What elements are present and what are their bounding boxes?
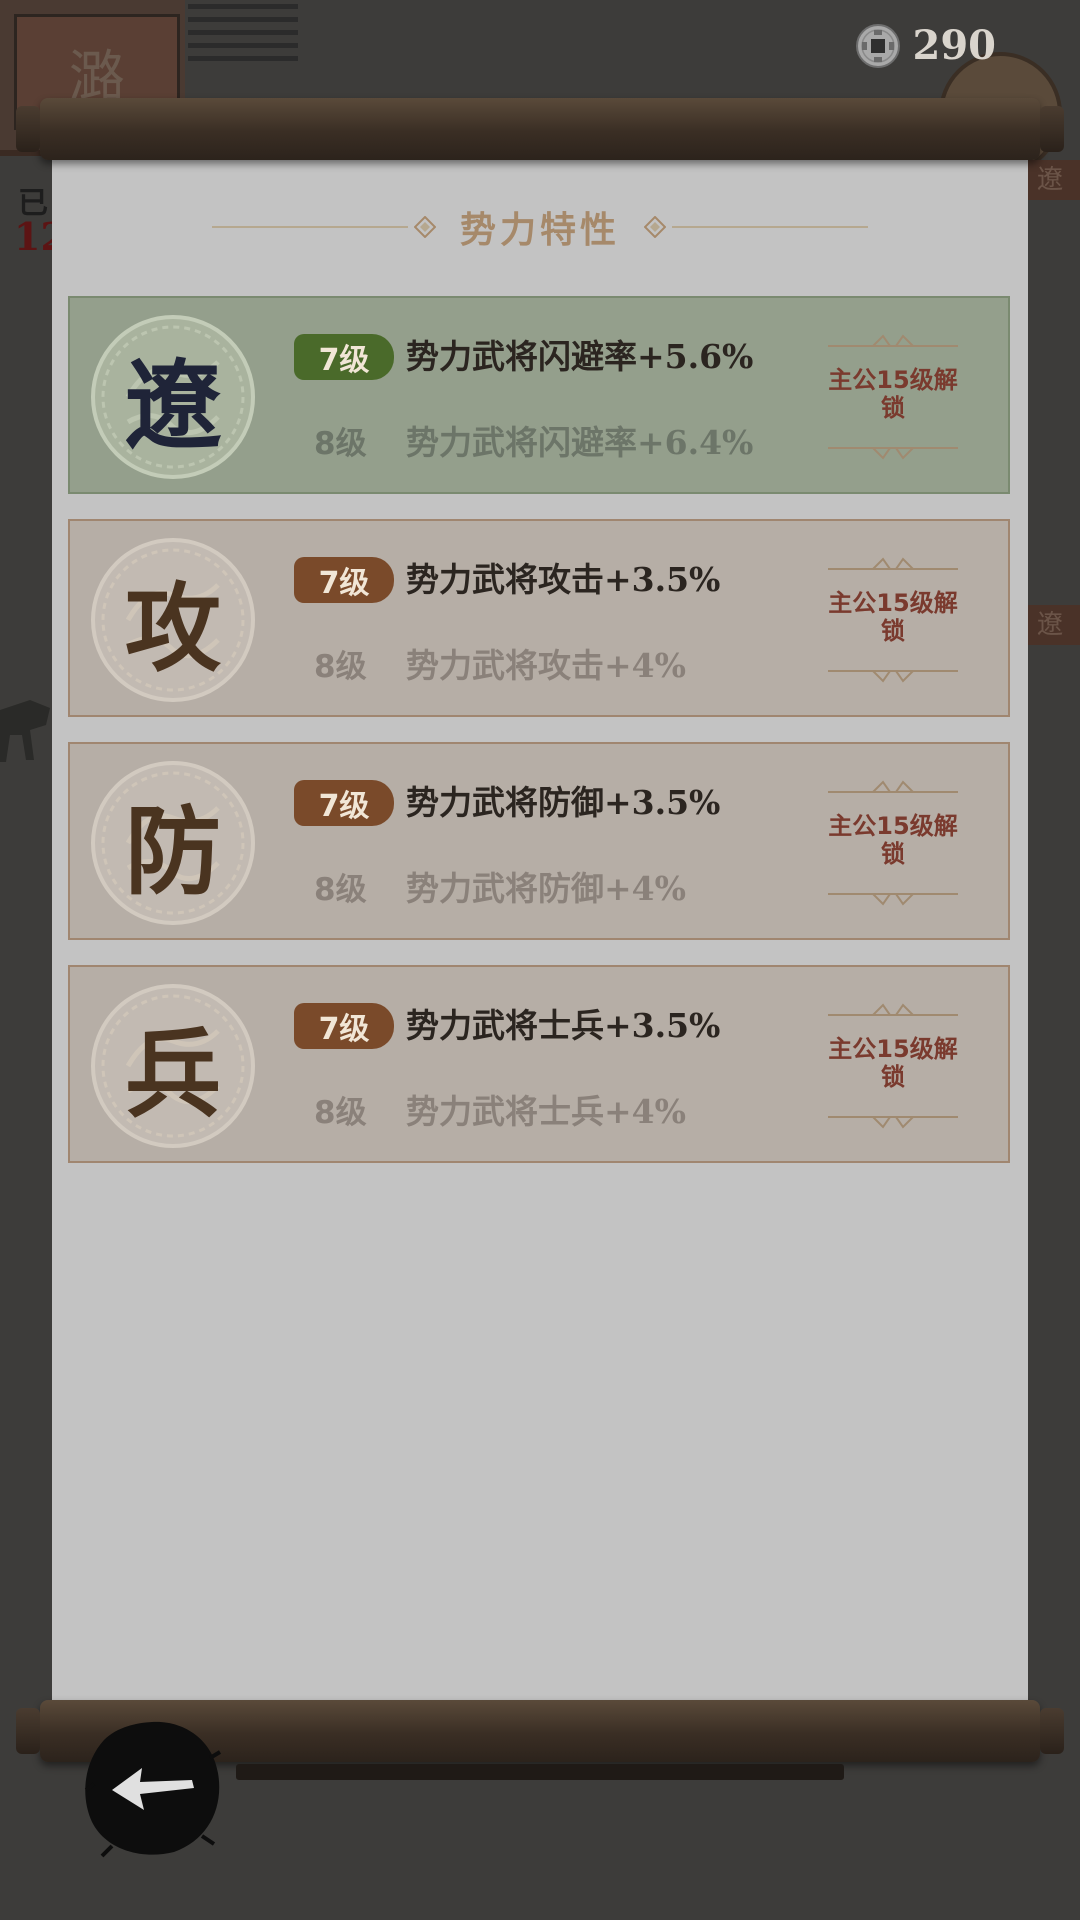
currency-display: 290 <box>855 22 997 69</box>
ornament-top-icon <box>828 780 958 793</box>
panel-title-row: 势力特性 <box>212 200 869 254</box>
background-horse-silhouette <box>0 700 50 762</box>
diamond-ornament-icon <box>414 216 436 238</box>
trait-card-soldiers[interactable]: 兵 7级 势力武将士兵+3.5% 8级 势力武将士兵+4% 主公15级解锁 <box>68 965 1010 1163</box>
current-effect: 势力武将士兵+3.5% <box>406 1006 721 1045</box>
current-effect: 势力武将闪避率+5.6% <box>406 337 754 376</box>
scroll-top-rod <box>16 98 1064 160</box>
ornament-bottom-icon <box>828 1116 958 1129</box>
title-divider-left <box>212 226 408 228</box>
panel-title: 势力特性 <box>460 209 621 251</box>
trait-glyph: 攻 <box>125 571 221 685</box>
trait-card-dodge[interactable]: 遼 7级 势力武将闪避率+5.6% 8级 势力武将闪避率+6.4% 主公15级解… <box>68 296 1010 494</box>
unlock-label: 主公15级解锁 <box>828 589 958 645</box>
title-divider-right <box>672 226 869 228</box>
next-effect: 势力武将闪避率+6.4% <box>406 423 754 462</box>
ornament-top-icon <box>828 557 958 570</box>
current-level-badge: 7级 <box>294 334 394 380</box>
current-level-badge: 7级 <box>294 780 394 826</box>
currency-amount: 290 <box>912 22 997 69</box>
trait-emblem: 遼 <box>88 312 258 482</box>
trait-glyph: 防 <box>125 794 221 908</box>
current-level-badge: 7级 <box>294 1003 394 1049</box>
ornament-bottom-icon <box>828 670 958 683</box>
background-right-tag-lower: 遼 <box>1020 605 1080 645</box>
ornament-bottom-icon <box>828 447 958 460</box>
unlock-label: 主公15级解锁 <box>828 366 958 422</box>
trait-card-defense[interactable]: 防 7级 势力武将防御+3.5% 8级 势力武将防御+4% 主公15级解锁 <box>68 742 1010 940</box>
unlock-label: 主公15级解锁 <box>828 1035 958 1091</box>
next-level-label: 8级 <box>314 872 367 908</box>
current-effect: 势力武将防御+3.5% <box>406 783 721 822</box>
next-effect: 势力武将士兵+4% <box>406 1092 686 1131</box>
next-level-label: 8级 <box>314 1095 367 1131</box>
copper-coin-icon <box>855 23 900 68</box>
trait-emblem: 攻 <box>88 535 258 705</box>
bottom-rod-slot <box>236 1764 844 1780</box>
unlock-requirement: 主公15级解锁 <box>818 553 968 687</box>
back-button[interactable] <box>82 1718 222 1858</box>
back-arrow-icon <box>84 1721 222 1858</box>
trait-glyph: 遼 <box>125 348 221 462</box>
diamond-ornament-icon <box>644 216 667 238</box>
next-level-label: 8级 <box>314 649 367 685</box>
ornament-bottom-icon <box>828 893 958 906</box>
trait-emblem: 兵 <box>88 981 258 1151</box>
unlock-requirement: 主公15级解锁 <box>818 999 968 1133</box>
next-effect: 势力武将攻击+4% <box>406 646 686 685</box>
background-right-tag: 遼 <box>1020 160 1080 200</box>
trait-glyph: 兵 <box>125 1017 221 1131</box>
current-effect: 势力武将攻击+3.5% <box>406 560 721 599</box>
next-level-label: 8级 <box>314 426 367 462</box>
game-screen: 潞 已 12 势力 遼 遼 290 势力特性 <box>0 0 1080 1920</box>
trait-card-attack[interactable]: 攻 7级 势力武将攻击+3.5% 8级 势力武将攻击+4% 主公15级解锁 <box>68 519 1010 717</box>
ornament-top-icon <box>828 334 958 347</box>
unlock-requirement: 主公15级解锁 <box>818 330 968 464</box>
trait-emblem: 防 <box>88 758 258 928</box>
background-stripes <box>188 4 298 74</box>
current-level-badge: 7级 <box>294 557 394 603</box>
ornament-top-icon <box>828 1003 958 1016</box>
next-effect: 势力武将防御+4% <box>406 869 686 908</box>
unlock-label: 主公15级解锁 <box>828 812 958 868</box>
unlock-requirement: 主公15级解锁 <box>818 776 968 910</box>
